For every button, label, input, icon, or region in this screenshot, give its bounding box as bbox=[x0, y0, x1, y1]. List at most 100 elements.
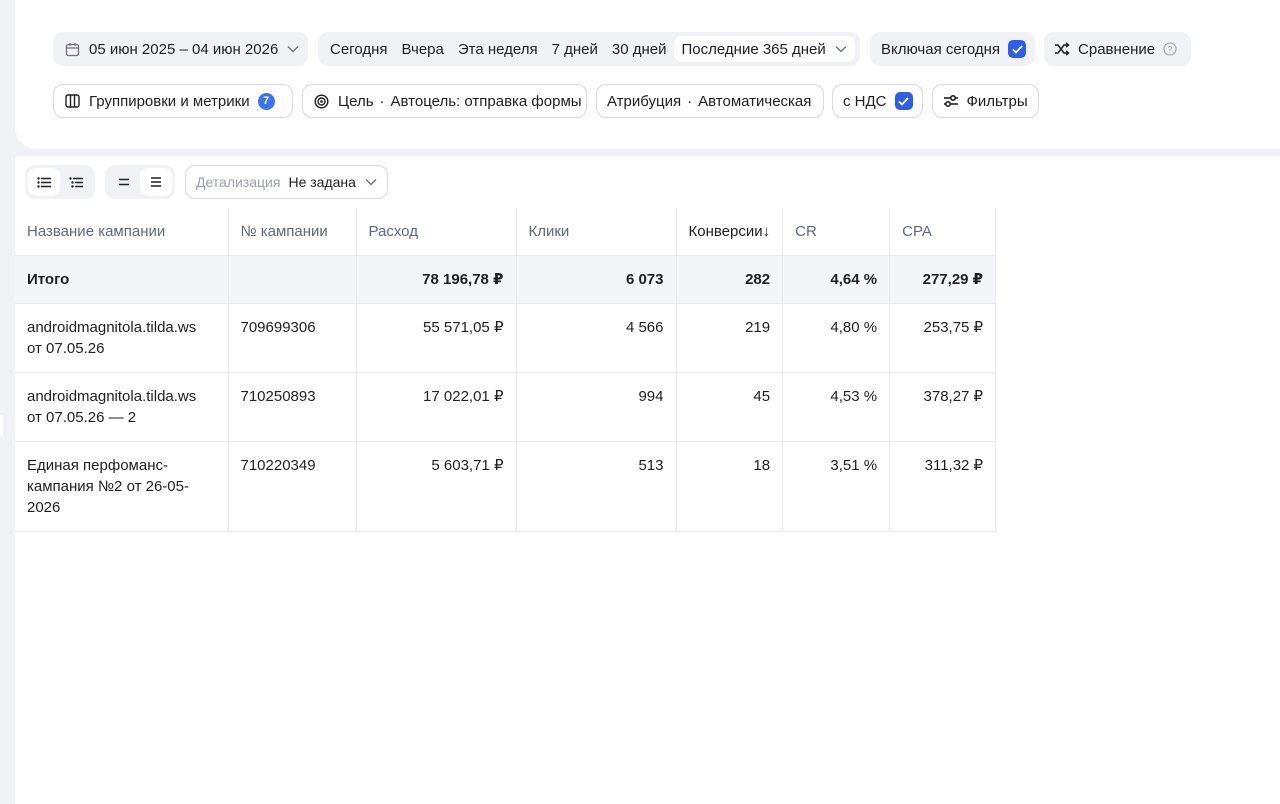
total-clicks: 6 073 bbox=[516, 255, 677, 304]
table-row[interactable]: androidmagnitola.tilda.ws от 07.05.26 — … bbox=[15, 372, 997, 442]
goal-selector[interactable]: Цель · Автоцель: отправка формы bbox=[302, 84, 587, 118]
view-mode-toggle bbox=[25, 165, 95, 199]
campaign-id-cell: 710220349 bbox=[228, 441, 357, 532]
clicks-cell: 513 bbox=[516, 441, 677, 532]
total-cr: 4,64 % bbox=[782, 255, 891, 304]
compact-density-button[interactable] bbox=[108, 168, 140, 196]
detail-label: Детализация bbox=[196, 174, 281, 190]
spend-cell: 5 603,71 ₽ bbox=[356, 441, 517, 532]
campaign-name-cell: androidmagnitola.tilda.ws от 07.05.26 bbox=[15, 303, 229, 373]
attribution-selector[interactable]: Атрибуция · Автоматическая bbox=[596, 84, 824, 118]
table-row[interactable]: androidmagnitola.tilda.ws от 07.05.26 70… bbox=[15, 303, 997, 373]
shuffle-icon bbox=[1054, 42, 1070, 56]
campaign-name-line: androidmagnitola.tilda.ws bbox=[27, 387, 197, 405]
tree-view-button[interactable] bbox=[60, 168, 92, 196]
goal-prefix: Цель bbox=[338, 92, 374, 110]
conversions-cell: 45 bbox=[676, 372, 784, 442]
column-header-cpa[interactable]: CPA bbox=[889, 208, 997, 256]
vat-label: с НДС bbox=[843, 92, 887, 110]
campaign-name-line: от 07.05.26 — 2 bbox=[27, 408, 137, 426]
clicks-cell: 994 bbox=[516, 372, 677, 442]
compare-button[interactable]: Сравнение ? bbox=[1044, 32, 1192, 66]
clicks-cell: 4 566 bbox=[516, 303, 677, 373]
cr-cell: 4,53 % bbox=[782, 372, 891, 442]
filters-row-1: 05 июн 2025 – 04 июн 2026 Сегодня Вчера … bbox=[53, 32, 1192, 66]
left-edge-marker bbox=[0, 415, 3, 437]
chevron-down-icon bbox=[365, 178, 377, 186]
period-presets: Сегодня Вчера Эта неделя 7 дней 30 дней … bbox=[318, 32, 860, 66]
cr-cell: 3,51 % bbox=[782, 441, 891, 532]
campaign-table: Название кампании № кампании Расход Клик… bbox=[15, 208, 997, 532]
help-icon[interactable]: ? bbox=[1163, 42, 1177, 56]
list-icon bbox=[37, 176, 51, 188]
period-7-days[interactable]: 7 дней bbox=[545, 41, 605, 58]
column-header-spend[interactable]: Расход bbox=[356, 208, 517, 256]
total-label: Итого bbox=[15, 255, 229, 304]
spend-cell: 55 571,05 ₽ bbox=[356, 303, 517, 373]
period-today[interactable]: Сегодня bbox=[323, 41, 395, 58]
cpa-cell: 378,27 ₽ bbox=[889, 372, 997, 442]
column-header-clicks[interactable]: Клики bbox=[516, 208, 677, 256]
filters-button[interactable]: Фильтры bbox=[931, 84, 1039, 118]
sliders-icon bbox=[943, 94, 959, 108]
total-id bbox=[228, 255, 357, 304]
campaign-name-line: Единая перфоманс- bbox=[27, 456, 168, 474]
column-header-campaign-id[interactable]: № кампании bbox=[228, 208, 357, 256]
cr-cell: 4,80 % bbox=[782, 303, 891, 373]
groupings-count-badge: 7 bbox=[257, 92, 275, 110]
campaign-id-cell: 709699306 bbox=[228, 303, 357, 373]
period-30-days[interactable]: 30 дней bbox=[605, 41, 674, 58]
attribution-prefix: Атрибуция bbox=[607, 92, 682, 110]
column-header-conversions[interactable]: Конверсии↓ bbox=[676, 208, 784, 256]
column-header-cr[interactable]: CR bbox=[782, 208, 891, 256]
target-icon bbox=[314, 93, 329, 109]
compare-label: Сравнение bbox=[1078, 40, 1156, 58]
conversions-cell: 18 bbox=[676, 441, 784, 532]
table-row[interactable]: Единая перфоманс- кампания №2 от 26-05- … bbox=[15, 441, 997, 532]
date-range-label: 05 июн 2025 – 04 июн 2026 bbox=[89, 40, 279, 58]
groupings-metrics-label: Группировки и метрики bbox=[89, 92, 250, 110]
include-today-label: Включая сегодня bbox=[881, 40, 1001, 58]
table-toolbar: Детализация Не задана bbox=[25, 165, 388, 199]
detail-value: Не задана bbox=[288, 174, 356, 190]
table-header-row: Название кампании № кампании Расход Клик… bbox=[15, 208, 997, 256]
include-today-toggle[interactable]: Включая сегодня bbox=[870, 32, 1036, 66]
period-365-label: Последние 365 дней bbox=[681, 40, 826, 58]
svg-text:?: ? bbox=[1168, 45, 1173, 55]
separator-dot: · bbox=[687, 92, 693, 110]
campaign-name-line: кампания №2 от 26-05- bbox=[27, 477, 189, 495]
filters-row-2: Группировки и метрики 7 Цель · Автоцель:… bbox=[53, 84, 1039, 118]
period-365-days[interactable]: Последние 365 дней bbox=[673, 36, 855, 62]
separator-dot: · bbox=[379, 92, 385, 110]
conversions-cell: 219 bbox=[676, 303, 784, 373]
campaign-name-cell: Единая перфоманс- кампания №2 от 26-05- … bbox=[15, 441, 229, 532]
vat-toggle[interactable]: с НДС bbox=[832, 84, 923, 118]
calendar-icon bbox=[65, 42, 80, 57]
campaign-name-line: 2026 bbox=[27, 498, 61, 516]
period-this-week[interactable]: Эта неделя bbox=[451, 41, 545, 58]
period-yesterday[interactable]: Вчера bbox=[395, 41, 451, 58]
total-cpa: 277,29 ₽ bbox=[889, 255, 997, 304]
detail-level-select[interactable]: Детализация Не задана bbox=[185, 165, 388, 199]
date-range-picker[interactable]: 05 июн 2025 – 04 июн 2026 bbox=[53, 32, 308, 66]
report-panel: Детализация Не задана Название кампании … bbox=[15, 157, 1280, 804]
campaign-id-cell: 710250893 bbox=[228, 372, 357, 442]
spend-cell: 17 022,01 ₽ bbox=[356, 372, 517, 442]
list-view-button[interactable] bbox=[28, 168, 60, 196]
normal-density-button[interactable] bbox=[140, 168, 172, 196]
campaign-name-cell: androidmagnitola.tilda.ws от 07.05.26 — … bbox=[15, 372, 229, 442]
groupings-metrics-button[interactable]: Группировки и метрики 7 bbox=[53, 84, 293, 118]
attribution-value: Автоматическая bbox=[698, 92, 812, 110]
campaign-name-line: androidmagnitola.tilda.ws bbox=[27, 318, 197, 336]
total-conversions: 282 bbox=[676, 255, 784, 304]
column-header-campaign-name[interactable]: Название кампании bbox=[15, 208, 229, 256]
columns-icon bbox=[65, 94, 80, 108]
cpa-cell: 311,32 ₽ bbox=[889, 441, 997, 532]
density-normal-icon bbox=[150, 177, 162, 187]
density-toggle bbox=[105, 165, 175, 199]
nested-list-icon bbox=[69, 176, 83, 188]
vat-checkbox[interactable] bbox=[894, 92, 913, 110]
chevron-down-icon bbox=[287, 45, 299, 53]
filters-label: Фильтры bbox=[966, 92, 1028, 110]
include-today-checkbox[interactable] bbox=[1008, 40, 1027, 58]
